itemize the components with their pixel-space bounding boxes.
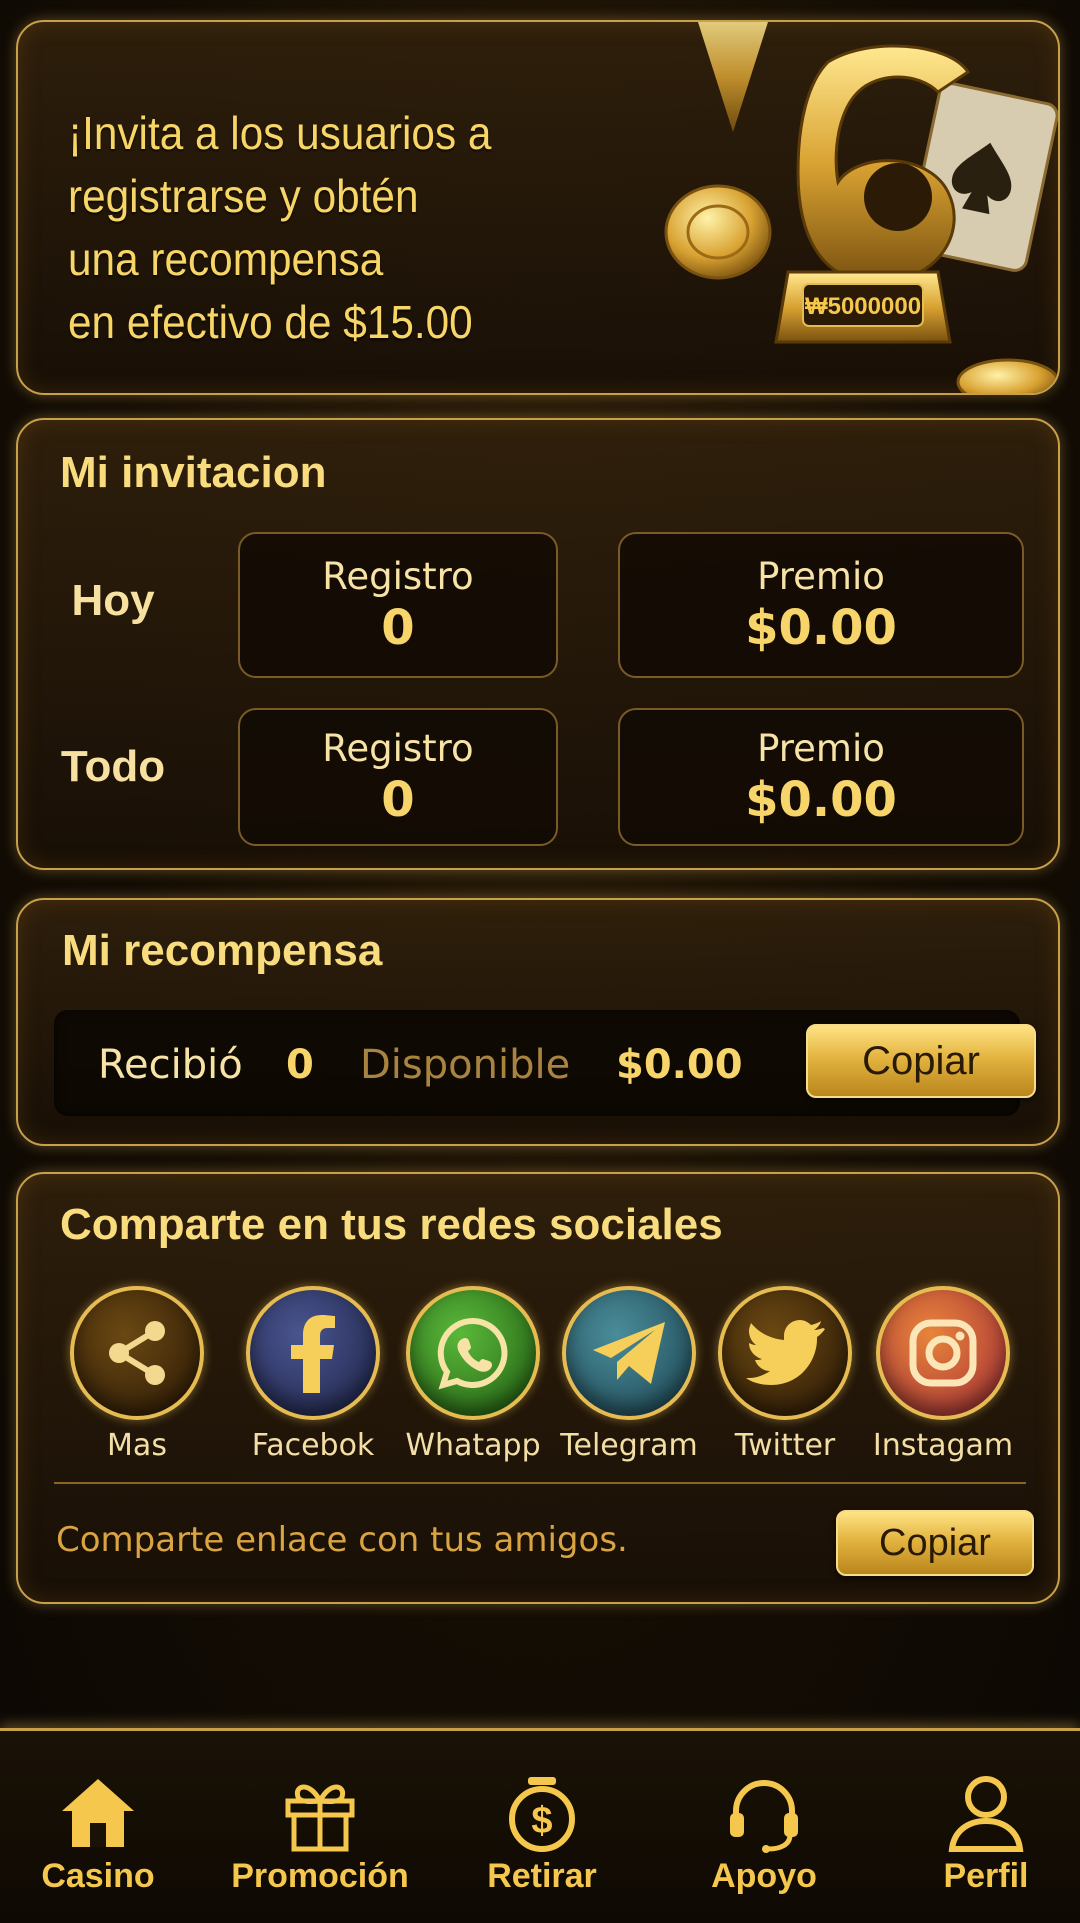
reward-copy-button[interactable]: Copiar — [806, 1024, 1036, 1098]
share-more-button[interactable]: Mas — [62, 1286, 212, 1463]
registro-value: 0 — [381, 772, 415, 828]
svg-text:$: $ — [531, 1800, 552, 1842]
registro-label: Registro — [322, 727, 474, 770]
share-instagram-button[interactable]: Instagam — [868, 1286, 1018, 1463]
my-reward-panel: Mi recompensa Recibió 0 Disponible $0.00… — [16, 898, 1060, 1146]
share-instagram-label: Instagam — [872, 1428, 1014, 1463]
banner-line: registrarse y obtén — [68, 170, 419, 222]
user-icon — [948, 1776, 1024, 1852]
today-registro-box: Registro 0 — [238, 532, 558, 678]
reward-title: Mi recompensa — [62, 926, 383, 975]
available-label: Disponible — [360, 1042, 571, 1088]
banner-line: en efectivo de $15.00 — [68, 296, 473, 348]
share-link-text: Comparte enlace con tus amigos. — [56, 1520, 628, 1560]
registro-value: 0 — [381, 600, 415, 656]
premio-value: $0.00 — [745, 600, 897, 656]
premio-label: Premio — [757, 555, 885, 598]
nav-casino-label: Casino — [41, 1857, 155, 1895]
all-premio-box: Premio $0.00 — [618, 708, 1024, 846]
promo-banner[interactable]: ¡Invita a los usuarios a registrarse y o… — [16, 20, 1060, 395]
share-telegram-button[interactable]: Telegram — [554, 1286, 704, 1463]
nav-retirar[interactable]: $ Retirar — [452, 1773, 632, 1896]
home-icon — [62, 1779, 134, 1847]
bottom-navigation: Casino Promoción $ Retirar Apoyo Perfil — [0, 1728, 1080, 1923]
received-label: Recibió — [98, 1042, 243, 1088]
share-more-label: Mas — [107, 1428, 167, 1463]
invitation-title: Mi invitacion — [60, 448, 327, 497]
my-invitation-panel: Mi invitacion Hoy Registro 0 Premio $0.0… — [16, 418, 1060, 870]
reward-strip: Recibió 0 Disponible $0.00 Copiar — [54, 1010, 1036, 1116]
social-title: Comparte en tus redes sociales — [60, 1200, 723, 1249]
today-premio-box: Premio $0.00 — [618, 532, 1024, 678]
nav-retirar-label: Retirar — [487, 1857, 597, 1895]
instagram-icon — [876, 1286, 1010, 1420]
share-facebook-label: Facebok — [251, 1428, 375, 1463]
share-twitter-label: Twitter — [734, 1428, 836, 1463]
whatsapp-icon — [406, 1286, 540, 1420]
gift-icon — [285, 1784, 355, 1852]
registro-label: Registro — [322, 555, 474, 598]
premio-label: Premio — [757, 727, 885, 770]
available-value: $0.00 — [616, 1042, 743, 1088]
share-whatsapp-label: Whatapp — [405, 1428, 541, 1463]
all-registro-box: Registro 0 — [238, 708, 558, 846]
share-twitter-button[interactable]: Twitter — [710, 1286, 860, 1463]
twitter-icon — [718, 1286, 852, 1420]
share-link-copy-button[interactable]: Copiar — [836, 1510, 1034, 1576]
trophy-plate-text: ₩5000000 — [805, 293, 921, 320]
nav-promocion[interactable]: Promoción — [230, 1773, 410, 1896]
nav-perfil-label: Perfil — [943, 1857, 1029, 1895]
row-label-all: Todo — [60, 742, 166, 791]
social-share-panel: Comparte en tus redes sociales Mas Faceb… — [16, 1172, 1060, 1604]
banner-line: ¡Invita a los usuarios a — [68, 107, 492, 159]
nav-promocion-label: Promoción — [231, 1857, 409, 1895]
banner-headline: ¡Invita a los usuarios a registrarse y o… — [68, 102, 583, 354]
share-whatsapp-button[interactable]: Whatapp — [398, 1286, 548, 1463]
divider — [54, 1482, 1026, 1484]
share-facebook-button[interactable]: Facebok — [238, 1286, 388, 1463]
headset-icon — [730, 1780, 798, 1853]
share-telegram-label: Telegram — [560, 1428, 698, 1463]
premio-value: $0.00 — [745, 772, 897, 828]
trophy-cards-coins-illustration: ₩5000000 — [664, 22, 1058, 393]
nav-casino[interactable]: Casino — [8, 1773, 188, 1896]
telegram-icon — [562, 1286, 696, 1420]
row-label-today: Hoy — [71, 576, 155, 625]
nav-apoyo[interactable]: Apoyo — [674, 1773, 854, 1896]
money-bag-icon: $ — [509, 1777, 575, 1852]
share-icon — [70, 1286, 204, 1420]
nav-apoyo-label: Apoyo — [711, 1857, 817, 1895]
banner-line: una recompensa — [68, 233, 384, 285]
nav-perfil[interactable]: Perfil — [896, 1773, 1076, 1896]
facebook-icon — [246, 1286, 380, 1420]
received-value: 0 — [286, 1042, 314, 1088]
